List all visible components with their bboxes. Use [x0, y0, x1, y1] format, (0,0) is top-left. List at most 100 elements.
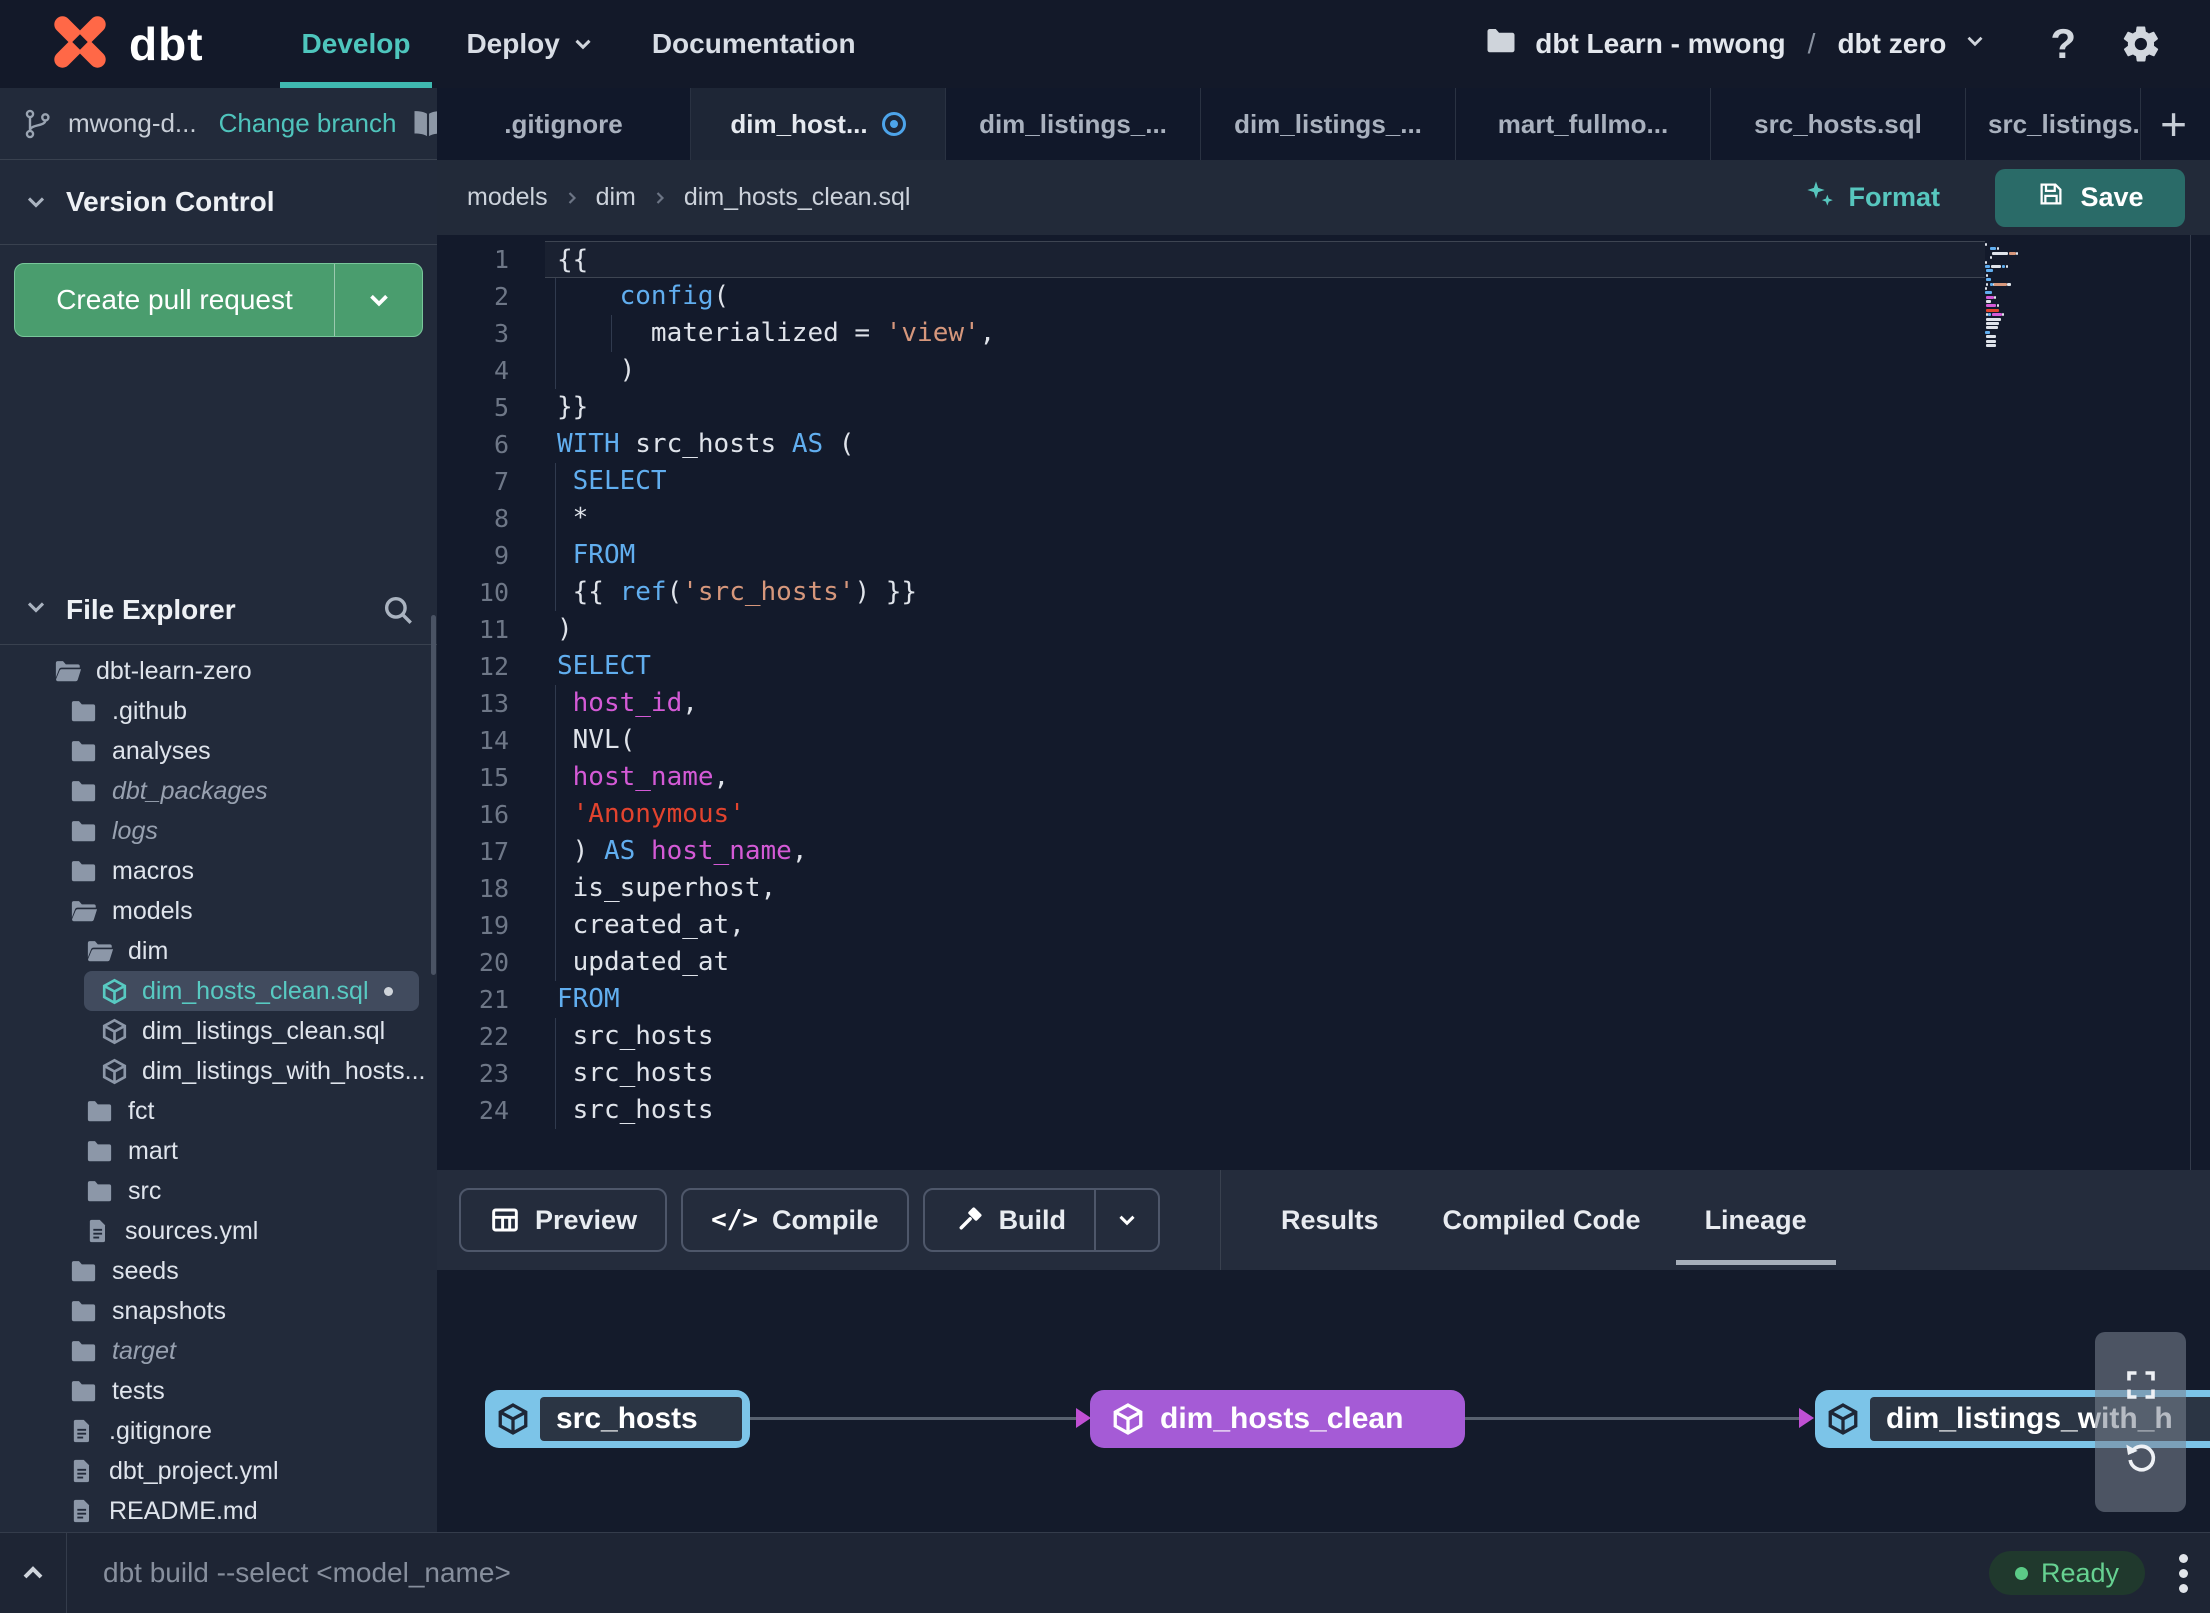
- preview-button[interactable]: Preview: [459, 1188, 668, 1252]
- build-dropdown-chevron[interactable]: [1094, 1190, 1158, 1250]
- settings-gear-icon[interactable]: [2120, 23, 2162, 65]
- folder-icon: [68, 696, 99, 727]
- kebab-menu-icon[interactable]: [2179, 1553, 2188, 1593]
- tree-item-dim-listings-clean-sql[interactable]: dim_listings_clean.sql: [0, 1011, 437, 1051]
- pull-request-dropdown[interactable]: [334, 264, 422, 336]
- create-pull-request-button[interactable]: Create pull request: [14, 263, 423, 337]
- file-icon: [68, 1457, 96, 1485]
- lineage-arrow-icon: [1799, 1408, 1814, 1428]
- tree-item-src[interactable]: src: [0, 1171, 437, 1211]
- tree-item-label: dim_hosts_clean.sql: [142, 976, 369, 1005]
- minimap-token: [2009, 251, 2017, 255]
- tree-item-mart[interactable]: mart: [0, 1131, 437, 1171]
- dbt-logo-text: dbt: [129, 18, 204, 70]
- save-button[interactable]: Save: [1995, 168, 2185, 227]
- tree-item-sources-yml[interactable]: sources.yml: [0, 1211, 437, 1251]
- tree-item-dbt-learn-zero[interactable]: dbt-learn-zero: [0, 651, 437, 691]
- dbt-logo[interactable]: dbt: [0, 0, 204, 88]
- minimap-token: [1986, 304, 1997, 308]
- folder-icon: [84, 1136, 115, 1167]
- folder-icon: [68, 776, 99, 807]
- action-button-label: Preview: [535, 1204, 638, 1235]
- nav-item-documentation[interactable]: Documentation: [624, 0, 884, 88]
- tree-item-snapshots[interactable]: snapshots: [0, 1291, 437, 1331]
- panel-tab-results[interactable]: Results: [1281, 1170, 1379, 1270]
- file-explorer-header[interactable]: File Explorer: [0, 575, 437, 645]
- command-input[interactable]: dbt build --select <model_name>: [103, 1557, 1989, 1589]
- build-button[interactable]: Build: [922, 1188, 1161, 1252]
- nav-item-develop[interactable]: Develop: [274, 0, 439, 88]
- code-token: *: [557, 503, 589, 533]
- editor-tab-src-listings-[interactable]: src_listings.: [1966, 88, 2141, 160]
- editor-minimap[interactable]: [1985, 243, 2105, 348]
- tree-item--github[interactable]: .github: [0, 691, 437, 731]
- panel-tab-compiled-code[interactable]: Compiled Code: [1443, 1170, 1641, 1270]
- chevron-up-icon[interactable]: [0, 1533, 67, 1613]
- compile-button[interactable]: </> Compile: [681, 1188, 909, 1252]
- code-token: SELECT: [572, 466, 667, 496]
- tree-item-label: dbt_project.yml: [109, 1456, 279, 1485]
- tree-item-models[interactable]: models: [0, 891, 437, 931]
- fullscreen-icon[interactable]: [2123, 1367, 2159, 1403]
- editor-tab-dim-host-[interactable]: dim_host...: [691, 88, 946, 160]
- branch-row: mwong-d... Change branch: [0, 88, 442, 160]
- editor-tab--gitignore[interactable]: .gitignore: [437, 88, 691, 160]
- tree-item-dbt-project-yml[interactable]: dbt_project.yml: [0, 1451, 437, 1491]
- line-number: 17: [478, 837, 509, 866]
- preview-button-main[interactable]: Preview: [461, 1204, 665, 1236]
- code-editor[interactable]: 1 2 3 4 5 6 7 8 9 10 11 12 13 14 15 16 17 18 19 20 21 22 23 24 …: [437, 235, 2210, 1170]
- tree-item-analyses[interactable]: analyses: [0, 731, 437, 771]
- tree-item-target[interactable]: target: [0, 1331, 437, 1371]
- tree-item-dim-listings-with-hosts-[interactable]: dim_listings_with_hosts...: [0, 1051, 437, 1091]
- tree-item--gitignore[interactable]: .gitignore: [0, 1411, 437, 1451]
- compile-button-main[interactable]: </> Compile: [683, 1205, 906, 1236]
- editor-scrollbar-track[interactable]: [2190, 235, 2191, 1170]
- nav-item-label: Develop: [301, 28, 411, 59]
- tree-item-seeds[interactable]: seeds: [0, 1251, 437, 1291]
- change-branch-link[interactable]: Change branch: [219, 108, 397, 139]
- chevron-down-icon: [22, 188, 50, 216]
- minimap-line: [1985, 269, 2105, 273]
- tree-item-macros[interactable]: macros: [0, 851, 437, 891]
- editor-tab-dim-listings-[interactable]: dim_listings_...: [1201, 88, 1456, 160]
- tree-item-fct[interactable]: fct: [0, 1091, 437, 1131]
- tree-item-logs[interactable]: logs: [0, 811, 437, 851]
- tree-item-dbt-packages[interactable]: dbt_packages: [0, 771, 437, 811]
- editor-tab-label: src_hosts.sql: [1754, 108, 1922, 139]
- line-number: 24: [478, 1096, 509, 1125]
- format-button[interactable]: Format: [1804, 178, 1940, 217]
- editor-tab-src-hosts-sql[interactable]: src_hosts.sql: [1711, 88, 1966, 160]
- code-token: ,: [791, 836, 808, 866]
- project-switcher[interactable]: dbt Learn - mwong / dbt zero: [1483, 23, 1988, 66]
- refresh-icon[interactable]: [2121, 1437, 2161, 1477]
- line-number: 10: [478, 578, 509, 607]
- code-token: host_name: [650, 836, 792, 866]
- code-token: {{: [557, 577, 620, 607]
- help-button[interactable]: ?: [2050, 20, 2076, 68]
- minimap-token: [1986, 335, 1997, 339]
- sidebar-scrollbar[interactable]: [431, 615, 436, 975]
- editor-tab-mart-fullmo-[interactable]: mart_fullmo...: [1456, 88, 1711, 160]
- lineage-node-src-hosts[interactable]: src_hosts: [485, 1390, 750, 1448]
- nav-item-deploy[interactable]: Deploy: [438, 0, 623, 88]
- lineage-controls: [2095, 1332, 2186, 1512]
- build-button-main[interactable]: Build: [925, 1204, 1095, 1236]
- lineage-node-dim-hosts-clean[interactable]: dim_hosts_clean: [1090, 1390, 1465, 1448]
- new-tab-button[interactable]: +: [2141, 88, 2206, 160]
- code-line: NVL(: [545, 722, 1985, 759]
- panel-tab-lineage[interactable]: Lineage: [1705, 1170, 1807, 1270]
- search-icon[interactable]: [381, 593, 415, 627]
- code-token: host_id: [572, 688, 683, 718]
- create-pull-request-label[interactable]: Create pull request: [15, 264, 334, 336]
- editor-tab-label: .gitignore: [504, 108, 623, 139]
- editor-tab-dim-listings-[interactable]: dim_listings_...: [946, 88, 1201, 160]
- tree-item-label: src: [128, 1176, 162, 1205]
- tree-item-dim-hosts-clean-sql[interactable]: dim_hosts_clean.sql: [84, 971, 419, 1011]
- version-control-header[interactable]: Version Control: [0, 160, 437, 245]
- tree-item-tests[interactable]: tests: [0, 1371, 437, 1411]
- tree-item-readme-md[interactable]: README.md: [0, 1491, 437, 1531]
- minimap-line: [1985, 286, 2105, 290]
- tree-item-dim[interactable]: dim: [0, 931, 437, 971]
